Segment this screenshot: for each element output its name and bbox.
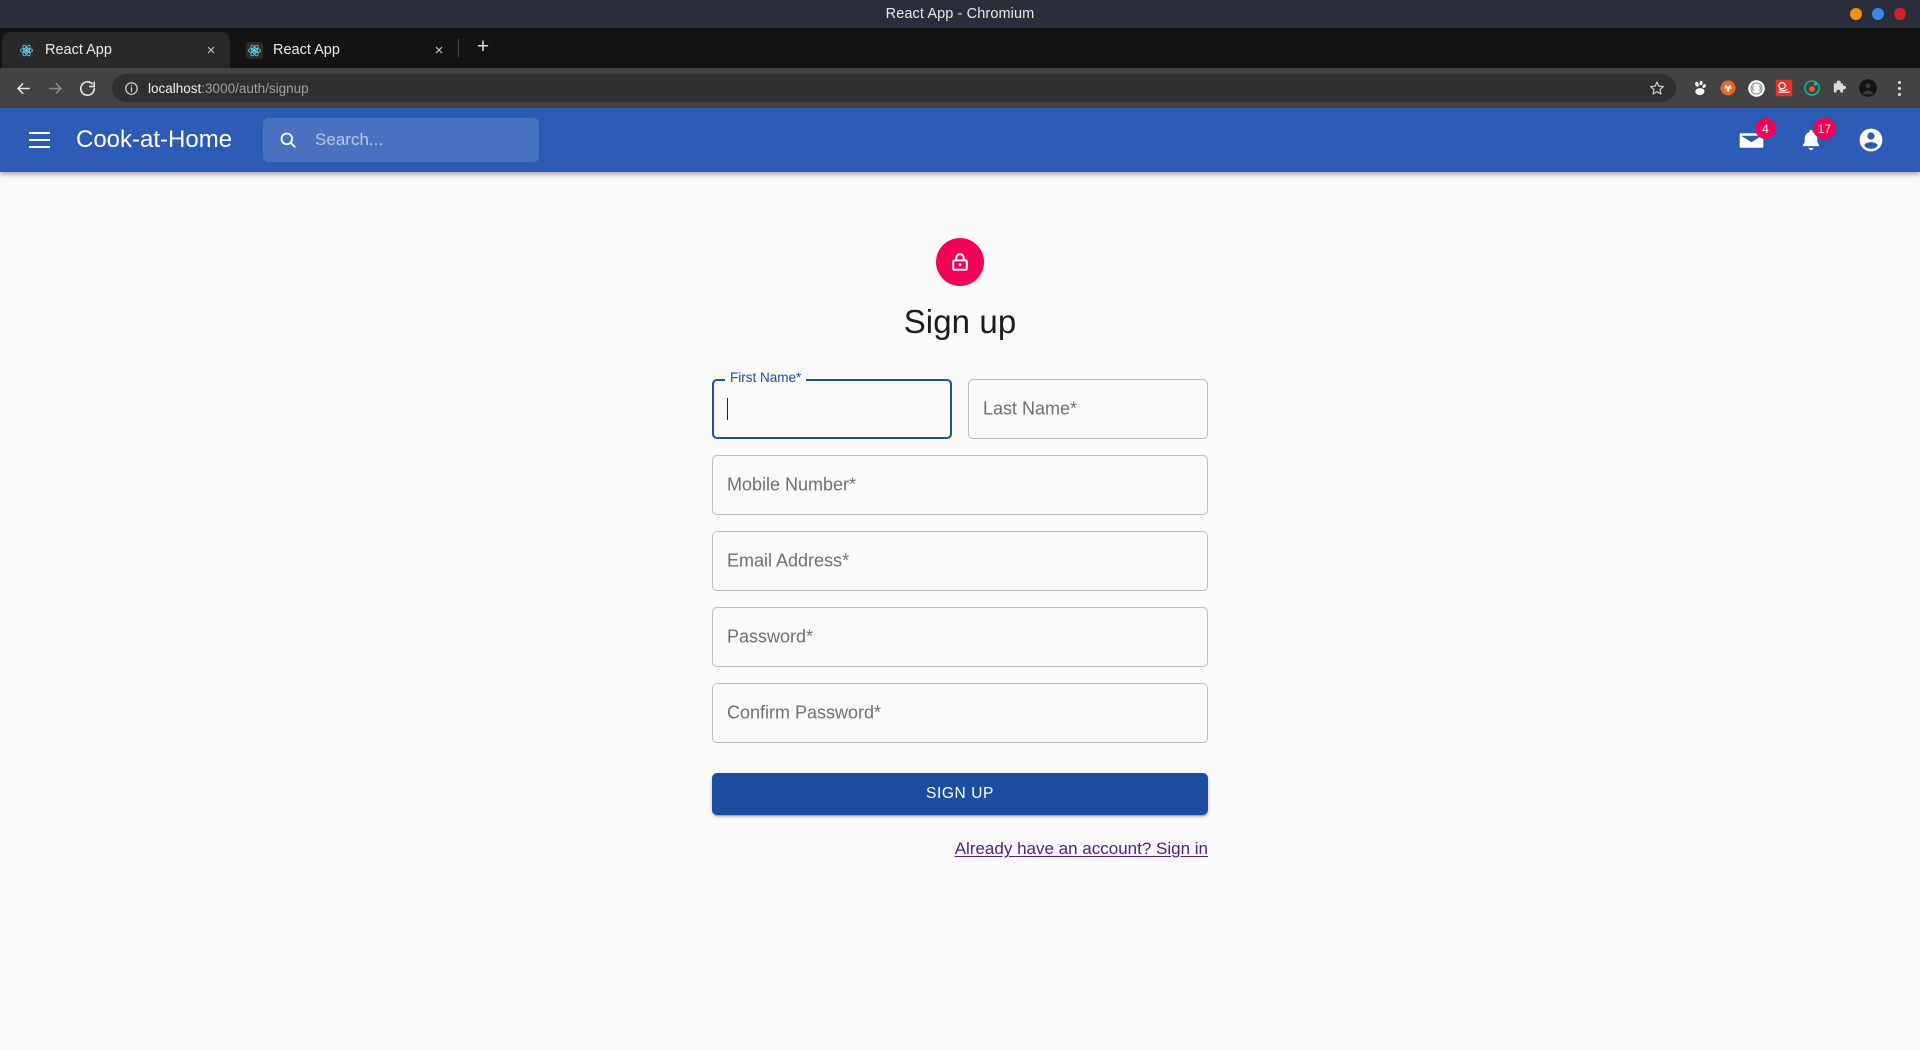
password-field[interactable]: Password* — [712, 607, 1208, 667]
browser-tab-1[interactable]: React App × — [2, 32, 230, 68]
signup-fields: First Name* Last Name* Mobile Number* Em… — [712, 370, 1208, 859]
page-content: Sign up First Name* Last Name* Mobile Nu… — [0, 172, 1920, 1030]
mobile-number-placeholder: Mobile Number* — [727, 474, 857, 495]
orange-circle-extension-icon[interactable] — [1718, 78, 1738, 98]
password-placeholder: Password* — [727, 626, 814, 647]
url-path: :3000/auth/signup — [201, 80, 309, 96]
first-name-label: First Name* — [725, 370, 807, 386]
info-circle-icon[interactable] — [122, 79, 140, 97]
first-name-field[interactable]: First Name* — [712, 370, 952, 439]
react-icon — [18, 41, 35, 59]
email-address-placeholder: Email Address* — [727, 550, 850, 571]
app-bar-actions: 4 17 — [1732, 118, 1904, 159]
page-title: Sign up — [903, 303, 1017, 340]
name-row: First Name* Last Name* — [712, 370, 1208, 455]
mobile-number-field[interactable]: Mobile Number* — [712, 455, 1208, 515]
tab-close-icon[interactable]: × — [430, 41, 448, 59]
app-bar: Cook-at-Home Search... 4 17 — [0, 108, 1920, 172]
url-host: localhost — [148, 80, 202, 96]
extension-icons — [1684, 78, 1878, 98]
tab-close-icon[interactable]: × — [202, 41, 220, 59]
white-ring-extension-icon[interactable] — [1746, 78, 1766, 98]
puzzle-extensions-icon[interactable] — [1830, 78, 1850, 98]
search-placeholder: Search... — [315, 130, 384, 149]
new-tab-button[interactable]: + — [468, 32, 498, 62]
signin-link[interactable]: Already have an account? Sign in — [955, 839, 1208, 859]
reload-icon[interactable] — [72, 73, 102, 103]
star-outline-icon[interactable] — [1648, 79, 1666, 97]
gnome-extension-icon[interactable] — [1690, 78, 1710, 98]
window-titlebar: React App - Chromium — [0, 0, 1920, 28]
text-caret — [727, 398, 728, 420]
app-brand-title: Cook-at-Home — [76, 126, 233, 153]
profile-avatar-icon[interactable] — [1858, 78, 1878, 98]
kebab-menu-icon[interactable] — [1888, 75, 1910, 101]
browser-tab-title: React App — [273, 42, 340, 58]
browser-tab-2[interactable]: React App × — [230, 32, 458, 68]
signin-link-row: Already have an account? Sign in — [712, 839, 1208, 859]
first-name-outline — [712, 379, 952, 439]
react-icon — [246, 41, 263, 59]
confirm-password-field[interactable]: Confirm Password* — [712, 683, 1208, 743]
back-arrow-icon[interactable] — [8, 73, 38, 103]
signup-form: Sign up First Name* Last Name* Mobile Nu… — [712, 238, 1208, 1030]
address-bar-url: localhost:3000/auth/signup — [148, 81, 1642, 96]
browser-tabstrip: React App × React App × + — [0, 28, 1920, 68]
browser-tab-title: React App — [45, 42, 112, 58]
forward-arrow-icon — [40, 73, 70, 103]
green-orbit-extension-icon[interactable] — [1802, 78, 1822, 98]
hamburger-menu-icon[interactable] — [18, 119, 60, 161]
mail-badge: 4 — [1755, 118, 1776, 139]
account-circle-icon[interactable] — [1852, 121, 1890, 159]
notifications-badge: 17 — [1812, 118, 1836, 139]
tab-separator — [458, 39, 459, 57]
maximize-button[interactable] — [1872, 8, 1884, 20]
search-input[interactable]: Search... — [263, 118, 540, 162]
last-name-field[interactable]: Last Name* — [968, 379, 1208, 439]
minimize-button[interactable] — [1850, 8, 1862, 20]
search-icon — [277, 129, 299, 151]
close-button[interactable] — [1894, 8, 1906, 20]
window-controls — [1850, 0, 1906, 28]
lock-icon — [936, 238, 984, 286]
red-square-extension-icon[interactable] — [1774, 78, 1794, 98]
notifications-bell-icon[interactable]: 17 — [1792, 118, 1836, 159]
mail-icon[interactable]: 4 — [1732, 118, 1776, 159]
window-title: React App - Chromium — [885, 6, 1035, 22]
confirm-password-placeholder: Confirm Password* — [727, 702, 882, 723]
email-address-field[interactable]: Email Address* — [712, 531, 1208, 591]
address-bar[interactable]: localhost:3000/auth/signup — [112, 74, 1676, 102]
signup-submit-button[interactable]: SIGN UP — [712, 773, 1208, 815]
last-name-placeholder: Last Name* — [983, 398, 1078, 419]
browser-toolbar: localhost:3000/auth/signup — [0, 68, 1920, 108]
